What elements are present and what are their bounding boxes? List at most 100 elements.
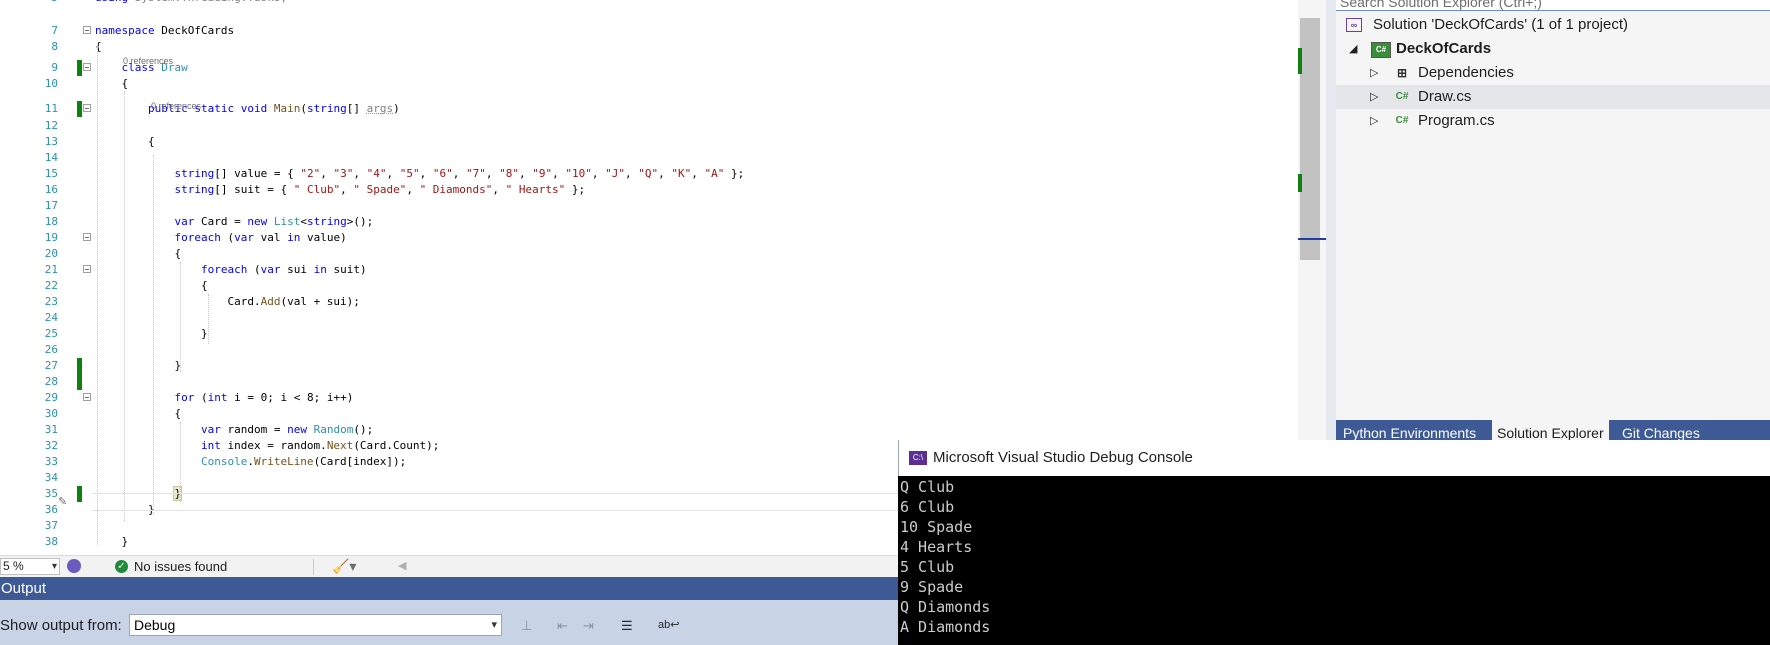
code-text[interactable]: { bbox=[95, 246, 181, 262]
code-line[interactable]: 25 } bbox=[0, 326, 1298, 342]
code-line[interactable]: 28 bbox=[0, 374, 1298, 390]
line-number: 31 bbox=[44, 423, 58, 436]
code-text[interactable]: string[] suit = { " Club", " Spade", " D… bbox=[95, 182, 585, 198]
code-line[interactable]: 19 foreach (var val in value) bbox=[0, 230, 1298, 246]
console-title-bar[interactable]: C:\ Microsoft Visual Studio Debug Consol… bbox=[898, 440, 1770, 476]
line-number: 8 bbox=[51, 40, 58, 53]
code-text[interactable]: using System.Threading.Tasks; bbox=[95, 0, 287, 6]
code-text[interactable]: var random = new Random(); bbox=[95, 422, 373, 438]
collapsed-arrow-icon[interactable]: ▷ bbox=[1370, 61, 1378, 85]
find-message-icon[interactable]: ⊥ bbox=[521, 618, 532, 634]
code-line[interactable]: 26 bbox=[0, 342, 1298, 358]
code-text[interactable]: for (int i = 0; i < 8; i++) bbox=[95, 390, 353, 406]
collapse-icon[interactable] bbox=[83, 265, 91, 273]
line-number: 7 bbox=[51, 24, 58, 37]
tree-item-draw-cs[interactable]: ▷ C# Draw.cs bbox=[1336, 85, 1770, 109]
line-number: 17 bbox=[44, 199, 58, 212]
code-health-icon[interactable] bbox=[67, 559, 81, 573]
code-text[interactable]: foreach (var sui in suit) bbox=[95, 262, 367, 278]
code-lens-references-main[interactable]: 0 references bbox=[151, 101, 201, 111]
next-message-icon[interactable]: ⇥ bbox=[583, 618, 594, 634]
clear-all-icon[interactable]: ☰ bbox=[621, 618, 633, 634]
code-line[interactable]: 27 } bbox=[0, 358, 1298, 374]
expanded-arrow-icon[interactable]: ◢ bbox=[1349, 37, 1357, 61]
collapse-icon[interactable] bbox=[83, 63, 91, 71]
line-number: 14 bbox=[44, 151, 58, 164]
collapse-icon[interactable] bbox=[83, 233, 91, 241]
project-node[interactable]: ◢ C# DeckOfCards bbox=[1336, 37, 1770, 61]
code-text[interactable]: { bbox=[95, 76, 128, 92]
check-circle-icon: ✓ bbox=[115, 560, 128, 573]
code-line[interactable]: 13 { bbox=[0, 134, 1298, 150]
line-number: 27 bbox=[44, 359, 58, 372]
code-line[interactable]: 24 bbox=[0, 310, 1298, 326]
code-line[interactable]: 5 using System.Threading.Tasks; bbox=[0, 0, 1298, 6]
code-text[interactable]: { bbox=[95, 406, 181, 422]
line-number: 35 bbox=[44, 487, 58, 500]
code-text[interactable]: int index = random.Next(Card.Count); bbox=[95, 438, 439, 454]
output-source-dropdown[interactable]: Debug bbox=[129, 614, 502, 636]
zoom-level-value: 5 % bbox=[3, 559, 24, 573]
code-text[interactable]: string[] value = { "2", "3", "4", "5", "… bbox=[95, 166, 744, 182]
code-line[interactable]: 29 for (int i = 0; i < 8; i++) bbox=[0, 390, 1298, 406]
code-line[interactable]: 9 class Draw bbox=[0, 60, 1298, 76]
code-line[interactable]: 15 string[] value = { "2", "3", "4", "5"… bbox=[0, 166, 1298, 182]
code-line[interactable]: 23 Card.Add(val + sui); bbox=[0, 294, 1298, 310]
code-text[interactable]: { bbox=[95, 39, 102, 55]
code-line[interactable]: 16 string[] suit = { " Club", " Spade", … bbox=[0, 182, 1298, 198]
code-text[interactable]: Console.WriteLine(Card[index]); bbox=[95, 454, 406, 470]
solution-search-input[interactable]: Search Solution Explorer (Ctrl+;) bbox=[1336, 0, 1770, 11]
code-text[interactable]: } bbox=[95, 326, 208, 342]
word-wrap-icon[interactable]: ab↩ bbox=[658, 618, 679, 631]
code-text[interactable]: Card.Add(val + sui); bbox=[95, 294, 360, 310]
quick-actions-icon[interactable]: ✎ bbox=[58, 495, 67, 508]
console-output[interactable]: Q Club 6 Club 10 Spade 4 Hearts 5 Club 9 Spad… bbox=[900, 477, 990, 637]
panel-splitter[interactable] bbox=[1326, 0, 1336, 445]
console-app-icon: C:\ bbox=[909, 451, 927, 465]
show-output-label: Show output from: bbox=[0, 617, 122, 634]
code-line[interactable]: 31 var random = new Random(); bbox=[0, 422, 1298, 438]
collapsed-arrow-icon[interactable]: ▷ bbox=[1370, 85, 1378, 109]
tree-item-dependencies[interactable]: ▷ ⊞ Dependencies bbox=[1336, 61, 1770, 85]
code-line[interactable]: 8{ bbox=[0, 39, 1298, 55]
issues-status-text[interactable]: No issues found bbox=[134, 559, 227, 574]
zoom-level-dropdown[interactable]: 5 % bbox=[0, 558, 60, 575]
code-text[interactable]: { bbox=[95, 278, 208, 294]
code-cleanup-icon[interactable]: 🧹▾ bbox=[332, 558, 356, 575]
collapse-icon[interactable] bbox=[83, 26, 91, 34]
code-line[interactable]: 7 namespace DeckOfCards bbox=[0, 23, 1298, 39]
code-line[interactable]: 30 { bbox=[0, 406, 1298, 422]
solution-node[interactable]: ∞ Solution 'DeckOfCards' (1 of 1 project… bbox=[1336, 13, 1770, 37]
code-text[interactable]: } bbox=[95, 358, 181, 374]
scroll-left-icon[interactable]: ◀ bbox=[398, 559, 406, 572]
code-line[interactable]: 17 bbox=[0, 198, 1298, 214]
output-source-value: Debug bbox=[134, 617, 176, 633]
code-text[interactable]: namespace DeckOfCards bbox=[95, 23, 234, 39]
code-text[interactable]: var Card = new List<string>(); bbox=[95, 214, 373, 230]
line-number: 28 bbox=[44, 375, 58, 388]
tree-item-program-cs[interactable]: ▷ C# Program.cs bbox=[1336, 109, 1770, 133]
debug-console-window[interactable]: C:\ Microsoft Visual Studio Debug Consol… bbox=[898, 440, 1770, 645]
code-line[interactable]: 14 bbox=[0, 150, 1298, 166]
previous-message-icon[interactable]: ⇤ bbox=[557, 618, 568, 634]
scrollbar-thumb[interactable] bbox=[1300, 18, 1320, 260]
tree-item-label: Draw.cs bbox=[1418, 88, 1472, 105]
line-number: 16 bbox=[44, 183, 58, 196]
line-number: 19 bbox=[44, 231, 58, 244]
line-number: 12 bbox=[44, 119, 58, 132]
code-line[interactable]: 21 foreach (var sui in suit) bbox=[0, 262, 1298, 278]
code-text[interactable]: public static void Main(string[] args) bbox=[95, 101, 400, 117]
code-line[interactable]: 10 { bbox=[0, 76, 1298, 92]
code-line[interactable]: 18 var Card = new List<string>(); bbox=[0, 214, 1298, 230]
output-panel-title[interactable]: Output bbox=[0, 577, 901, 600]
collapse-icon[interactable] bbox=[83, 104, 91, 112]
code-text[interactable]: } bbox=[95, 534, 128, 550]
code-line[interactable]: 12 bbox=[0, 118, 1298, 134]
status-separator bbox=[313, 559, 314, 575]
collapse-icon[interactable] bbox=[83, 393, 91, 401]
collapsed-arrow-icon[interactable]: ▷ bbox=[1370, 109, 1378, 133]
code-text[interactable]: foreach (var val in value) bbox=[95, 230, 346, 246]
code-lens-references-class[interactable]: 0 references bbox=[123, 56, 173, 66]
code-line[interactable]: 20 { bbox=[0, 246, 1298, 262]
code-line[interactable]: 22 { bbox=[0, 278, 1298, 294]
